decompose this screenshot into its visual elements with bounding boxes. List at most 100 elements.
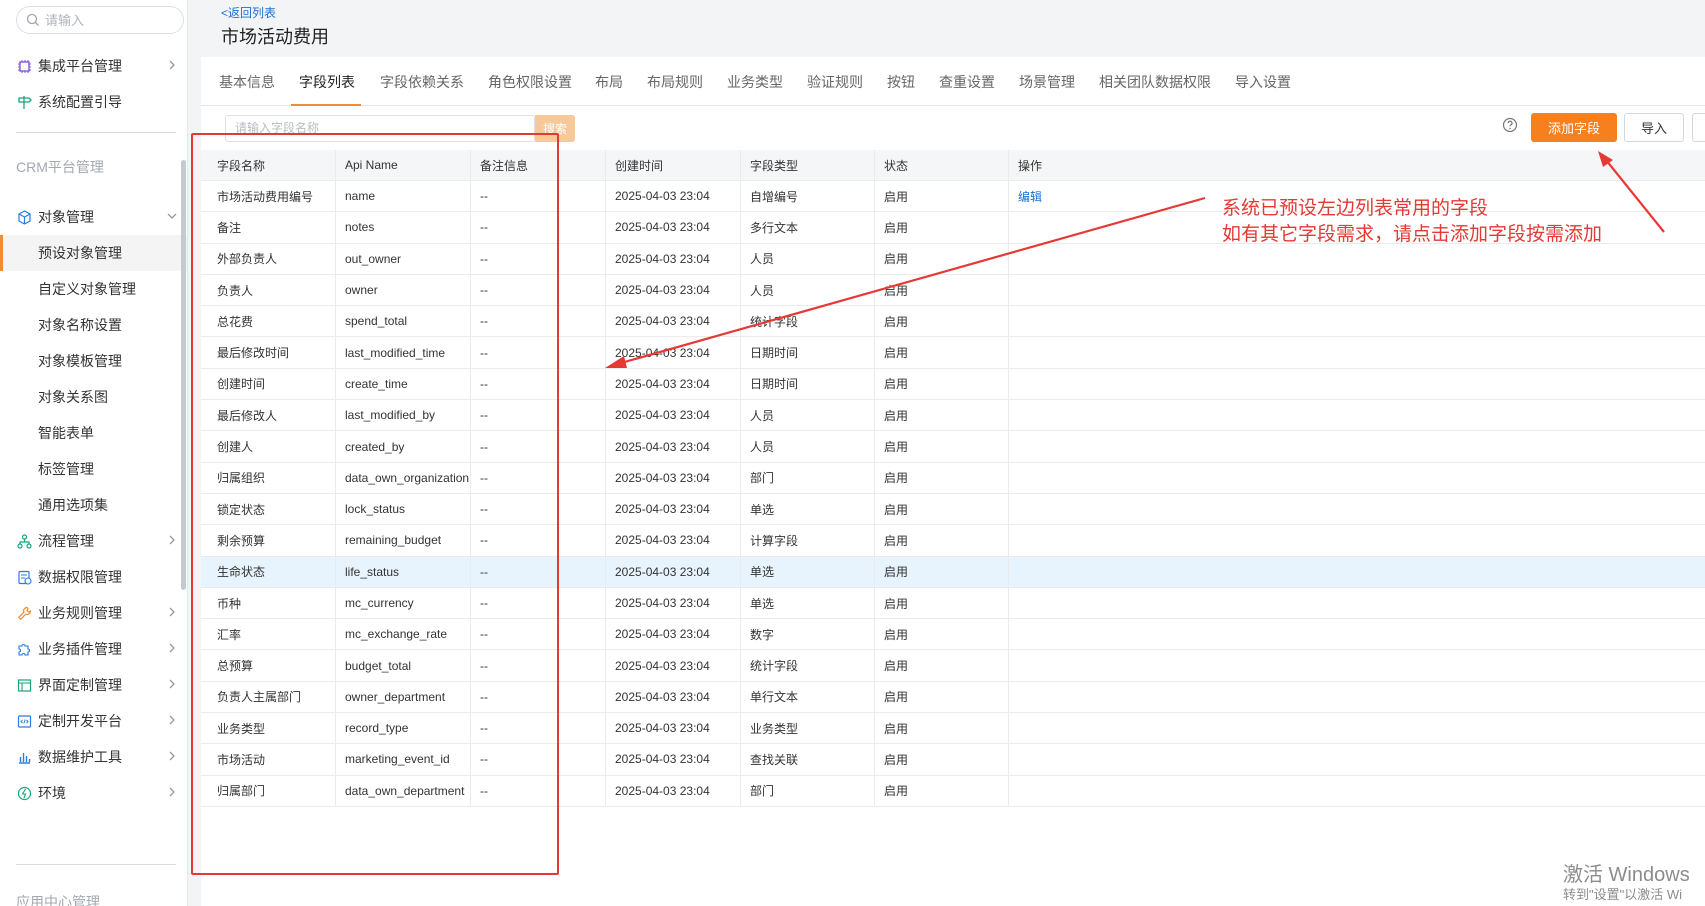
- nav-sub-tag-manage[interactable]: 标签管理: [0, 451, 187, 487]
- more-button[interactable]: [1692, 113, 1705, 142]
- sidebar-search-input[interactable]: [45, 11, 175, 29]
- nav-item-environment[interactable]: 环境: [0, 775, 187, 811]
- back-to-list-link[interactable]: <返回列表: [221, 4, 276, 21]
- nav-sub-option-sets[interactable]: 通用选项集: [0, 487, 187, 523]
- tab-duplicate-check[interactable]: 查重设置: [939, 72, 995, 92]
- table-row[interactable]: 锁定状态 lock_status -- 2025-04-03 23:04 单选 启用: [201, 493, 1705, 526]
- nav-item-business-plugins[interactable]: 业务插件管理: [0, 631, 187, 667]
- api-name-cell: data_own_department: [335, 775, 470, 806]
- nav-sub-object-template[interactable]: 对象模板管理: [0, 343, 187, 379]
- windows-activation-watermark: 激活 Windows 转到"设置"以激活 Wi: [1563, 864, 1690, 904]
- add-field-button[interactable]: 添加字段: [1531, 113, 1617, 142]
- status-cell: 启用: [874, 462, 1008, 493]
- api-name-cell: spend_total: [335, 306, 470, 337]
- tab-scene-manage[interactable]: 场景管理: [1019, 72, 1075, 92]
- nav-item-label: 业务插件管理: [38, 641, 122, 657]
- nav-sub-label: 通用选项集: [38, 497, 108, 513]
- action-cell: [1008, 713, 1705, 744]
- tab-field-dependency[interactable]: 字段依赖关系: [380, 72, 464, 92]
- nav-sub-preset-objects[interactable]: 预设对象管理: [0, 235, 187, 271]
- action-cell: [1008, 431, 1705, 462]
- status-cell: 启用: [874, 431, 1008, 462]
- api-name-cell: notes: [335, 212, 470, 243]
- api-name-cell: last_modified_time: [335, 337, 470, 368]
- status-cell: 启用: [874, 337, 1008, 368]
- created-time-cell: 2025-04-03 23:04: [605, 368, 740, 400]
- nav-item-data-permission[interactable]: 数据权限管理: [0, 559, 187, 595]
- remark-cell: --: [470, 181, 605, 212]
- status-cell: 启用: [874, 368, 1008, 400]
- table-row[interactable]: 负责人 owner -- 2025-04-03 23:04 人员 启用: [201, 274, 1705, 307]
- nav-item-integration[interactable]: 集成平台管理: [0, 48, 187, 84]
- field-type-cell: 自增编号: [740, 181, 874, 212]
- tab-field-list[interactable]: 字段列表: [299, 72, 355, 92]
- nav-item-label: 环境: [38, 785, 66, 801]
- table-row[interactable]: 归属组织 data_own_organization -- 2025-04-03 23…: [201, 462, 1705, 494]
- table-row[interactable]: 创建时间 create_time -- 2025-04-03 23:04 日期时间 启用: [201, 368, 1705, 401]
- tab-role-permission[interactable]: 角色权限设置: [488, 72, 572, 92]
- import-button[interactable]: 导入: [1624, 113, 1684, 142]
- nav-item-process[interactable]: 流程管理: [0, 523, 187, 559]
- remark-cell: --: [470, 681, 605, 713]
- table-row[interactable]: 剩余预算 remaining_budget -- 2025-04-03 23:04 计算…: [201, 525, 1705, 557]
- created-time-cell: 2025-04-03 23:04: [605, 744, 740, 775]
- search-button[interactable]: 搜索: [535, 115, 575, 142]
- api-name-cell: last_modified_by: [335, 400, 470, 431]
- table-row[interactable]: 外部负责人 out_owner -- 2025-04-03 23:04 人员 启用: [201, 243, 1705, 275]
- sidebar-scrollbar[interactable]: [181, 160, 186, 590]
- table-row[interactable]: 业务类型 record_type -- 2025-04-03 23:04 业务类型 启用: [201, 713, 1705, 745]
- chevron-right-icon: [169, 535, 175, 545]
- chevron-down-icon: [167, 213, 177, 219]
- nav-item-label: 业务规则管理: [38, 605, 122, 621]
- sidebar-search[interactable]: [16, 6, 184, 34]
- remark-cell: --: [470, 525, 605, 556]
- tab-buttons[interactable]: 按钮: [887, 72, 915, 92]
- edit-link[interactable]: 编辑: [1018, 188, 1042, 205]
- chevron-right-icon: [169, 60, 175, 70]
- nav-sub-smart-form[interactable]: 智能表单: [0, 415, 187, 451]
- column-header: 状态: [874, 150, 1008, 180]
- tab-team-data-permission[interactable]: 相关团队数据权限: [1099, 72, 1211, 92]
- database-lock-icon: [18, 570, 32, 585]
- toolbar: 搜索 添加字段 导入: [201, 106, 1705, 150]
- field-search-input[interactable]: [235, 121, 495, 135]
- tab-import-settings[interactable]: 导入设置: [1235, 72, 1291, 92]
- nav-item-dev-platform[interactable]: 定制开发平台: [0, 703, 187, 739]
- nav-sub-object-name[interactable]: 对象名称设置: [0, 307, 187, 343]
- table-row[interactable]: 币种 mc_currency -- 2025-04-03 23:04 单选 启用: [201, 587, 1705, 620]
- tab-business-type[interactable]: 业务类型: [727, 72, 783, 92]
- nav-sub-custom-objects[interactable]: 自定义对象管理: [0, 271, 187, 307]
- action-cell: [1008, 493, 1705, 525]
- api-name-cell: mc_currency: [335, 587, 470, 619]
- created-time-cell: 2025-04-03 23:04: [605, 274, 740, 306]
- help-icon[interactable]: [1502, 117, 1518, 133]
- nav-item-ui-custom[interactable]: 界面定制管理: [0, 667, 187, 703]
- nav-item-data-tools[interactable]: 数据维护工具: [0, 739, 187, 775]
- action-cell: [1008, 650, 1705, 681]
- nav-item-config-guide[interactable]: 系统配置引导: [0, 84, 187, 120]
- field-type-cell: 单行文本: [740, 681, 874, 713]
- nav-item-business-rules[interactable]: 业务规则管理: [0, 595, 187, 631]
- nav-sub-object-relation[interactable]: 对象关系图: [0, 379, 187, 415]
- field-search-box[interactable]: [225, 115, 535, 142]
- tab-layout-rules[interactable]: 布局规则: [647, 72, 703, 92]
- tab-basic-info[interactable]: 基本信息: [219, 72, 275, 92]
- table-row[interactable]: 负责人主属部门 owner_department -- 2025-04-03 23:0…: [201, 681, 1705, 714]
- table-row[interactable]: 汇率 mc_exchange_rate -- 2025-04-03 23:04 数字 启用: [201, 619, 1705, 651]
- table-row[interactable]: 生命状态 life_status -- 2025-04-03 23:04 单选 启用: [201, 556, 1705, 588]
- action-cell: [1008, 462, 1705, 493]
- table-row[interactable]: 创建人 created_by -- 2025-04-03 23:04 人员 启用: [201, 431, 1705, 463]
- remark-cell: --: [470, 243, 605, 274]
- tab-validation-rules[interactable]: 验证规则: [807, 72, 863, 92]
- field-name-cell: 外部负责人: [217, 252, 278, 267]
- nav-item-object-manage[interactable]: 对象管理: [0, 199, 187, 235]
- table-row[interactable]: 总花费 spend_total -- 2025-04-03 23:04 统计字段 启用: [201, 306, 1705, 338]
- table-row[interactable]: 最后修改时间 last_modified_time -- 2025-04-03 23:…: [201, 337, 1705, 369]
- table-row[interactable]: 市场活动 marketing_event_id -- 2025-04-03 23:04…: [201, 744, 1705, 776]
- sidebar-divider: [16, 864, 176, 865]
- table-row[interactable]: 最后修改人 last_modified_by -- 2025-04-03 23:04 人…: [201, 400, 1705, 432]
- created-time-cell: 2025-04-03 23:04: [605, 619, 740, 650]
- table-row[interactable]: 总预算 budget_total -- 2025-04-03 23:04 统计字段 启用: [201, 650, 1705, 682]
- tab-layout[interactable]: 布局: [595, 72, 623, 92]
- table-row[interactable]: 归属部门 data_own_department -- 2025-04-03 23:0…: [201, 775, 1705, 807]
